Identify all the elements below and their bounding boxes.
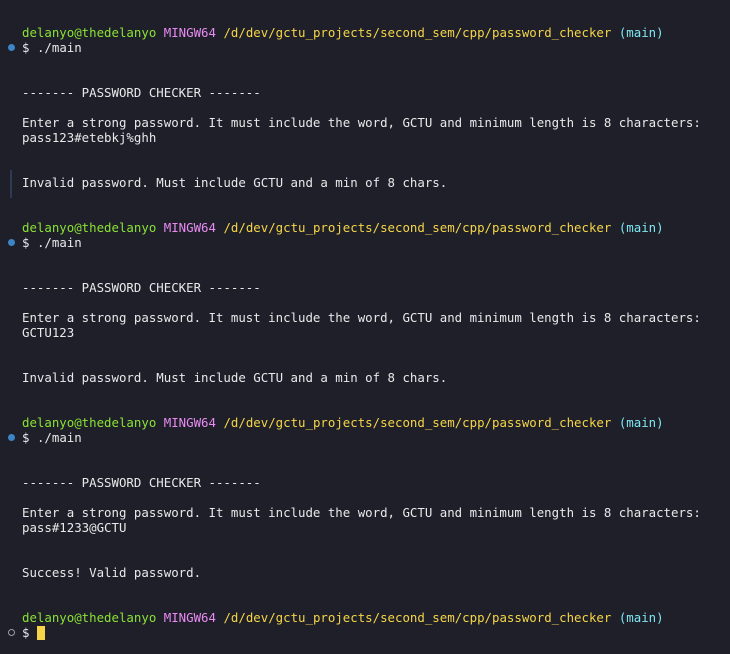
prompt-line: delanyo@thedelanyo MINGW64 /d/dev/gctu_p… [22,415,664,430]
command-text: ./main [36,430,82,445]
prompt-user-host: delanyo@thedelanyo [22,610,157,625]
banner: ------- PASSWORD CHECKER ------- [22,85,261,100]
instruction-text: Enter a strong password. It must include… [22,115,701,130]
prompt-system: MINGW64 [163,415,216,430]
pending-marker-icon [8,629,15,636]
command-marker-icon[interactable] [8,239,15,246]
prompt-line: delanyo@thedelanyo MINGW64 /d/dev/gctu_p… [22,610,664,625]
prompt-path: /d/dev/gctu_projects/second_sem/cpp/pass… [223,25,612,40]
prompt-user-host: delanyo@thedelanyo [22,220,157,235]
command-marker-icon[interactable] [8,44,15,51]
prompt-path: /d/dev/gctu_projects/second_sem/cpp/pass… [223,220,612,235]
command-text: ./main [36,235,82,250]
prompt-line: delanyo@thedelanyo MINGW64 /d/dev/gctu_p… [22,220,664,235]
command-text: ./main [36,40,82,55]
prompt-branch: (main) [618,610,664,625]
prompt-symbol: $ [22,430,30,445]
prompt-line: delanyo@thedelanyo MINGW64 /d/dev/gctu_p… [22,25,664,40]
banner: ------- PASSWORD CHECKER ------- [22,475,261,490]
prompt-path: /d/dev/gctu_projects/second_sem/cpp/pass… [223,610,612,625]
password-input: pass#1233@GCTU [22,520,127,535]
output-bar [10,170,12,198]
prompt-system: MINGW64 [163,610,216,625]
prompt-user-host: delanyo@thedelanyo [22,25,157,40]
terminal-window[interactable]: delanyo@thedelanyo MINGW64 /d/dev/gctu_p… [0,0,730,654]
command-line: $ ./main [22,235,82,250]
instruction-text: Enter a strong password. It must include… [22,505,701,520]
prompt-symbol: $ [22,625,30,640]
text-cursor[interactable] [36,626,45,640]
password-input: GCTU123 [22,325,75,340]
prompt-branch: (main) [618,25,664,40]
banner: ------- PASSWORD CHECKER ------- [22,280,261,295]
command-line: $ ./main [22,430,82,445]
prompt-user-host: delanyo@thedelanyo [22,415,157,430]
result-text: Invalid password. Must include GCTU and … [22,175,448,190]
input-line[interactable]: $ [22,625,45,640]
prompt-system: MINGW64 [163,220,216,235]
prompt-path: /d/dev/gctu_projects/second_sem/cpp/pass… [223,415,612,430]
command-line: $ ./main [22,40,82,55]
command-marker-icon[interactable] [8,434,15,441]
prompt-branch: (main) [618,220,664,235]
result-text: Success! Valid password. [22,565,202,580]
result-text: Invalid password. Must include GCTU and … [22,370,448,385]
prompt-symbol: $ [22,40,30,55]
prompt-symbol: $ [22,235,30,250]
password-input: pass123#etebkj%ghh [22,130,157,145]
prompt-branch: (main) [618,415,664,430]
prompt-system: MINGW64 [163,25,216,40]
instruction-text: Enter a strong password. It must include… [22,310,701,325]
